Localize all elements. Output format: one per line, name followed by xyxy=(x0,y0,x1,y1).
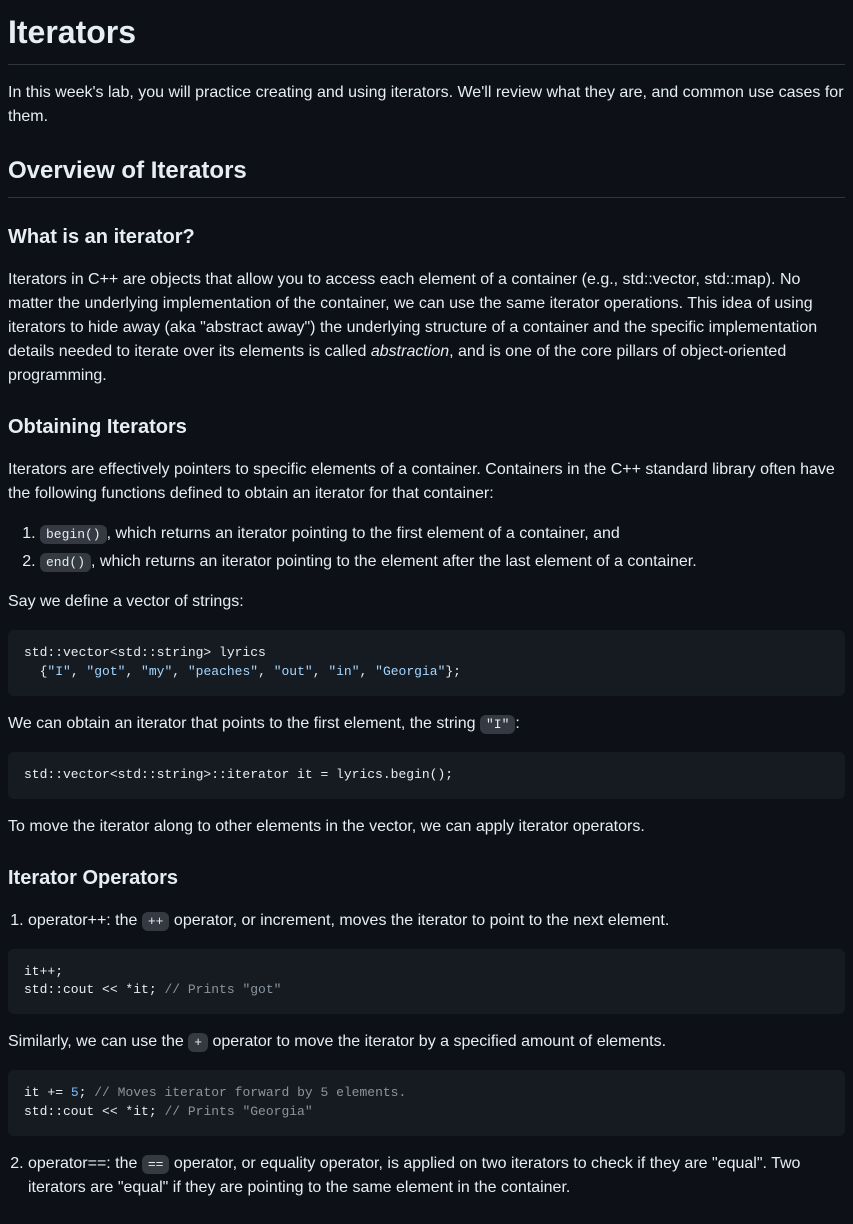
what-is-paragraph: Iterators in C++ are objects that allow … xyxy=(8,268,845,388)
abstraction-em: abstraction xyxy=(371,343,449,360)
list-item-end: end(), which returns an iterator pointin… xyxy=(40,550,845,574)
plusplus-code: ++ xyxy=(142,912,170,931)
overview-heading: Overview of Iterators xyxy=(8,153,845,198)
obtaining-heading: Obtaining Iterators xyxy=(8,412,845,442)
plus-code: + xyxy=(188,1033,208,1052)
code-block-begin: std::vector<std::string>::iterator it = … xyxy=(8,752,845,799)
move-paragraph: To move the iterator along to other elem… xyxy=(8,815,845,839)
operators-list: operator++: the ++ operator, or incremen… xyxy=(8,909,845,1200)
code-block-lyrics: std::vector<std::string> lyrics {"I", "g… xyxy=(8,630,845,696)
operators-heading: Iterator Operators xyxy=(8,863,845,893)
obtain-iter-paragraph: We can obtain an iterator that points to… xyxy=(8,712,845,736)
intro-paragraph: In this week's lab, you will practice cr… xyxy=(8,81,845,129)
what-is-heading: What is an iterator? xyxy=(8,222,845,252)
define-vector-paragraph: Say we define a vector of strings: xyxy=(8,590,845,614)
iterator-functions-list: begin(), which returns an iterator point… xyxy=(8,522,845,574)
code-block-increment: it++; std::cout << *it; // Prints "got" xyxy=(8,949,845,1015)
eqeq-code: == xyxy=(142,1155,170,1174)
end-code: end() xyxy=(40,553,91,572)
page-title: Iterators xyxy=(8,8,845,65)
obtaining-paragraph: Iterators are effectively pointers to sp… xyxy=(8,458,845,506)
string-i-code: "I" xyxy=(480,715,515,734)
plus-paragraph: Similarly, we can use the + operator to … xyxy=(8,1030,845,1054)
code-block-plus: it += 5; // Moves iterator forward by 5 … xyxy=(8,1070,845,1136)
list-item-begin: begin(), which returns an iterator point… xyxy=(40,522,845,546)
operator-equality-item: operator==: the == operator, or equality… xyxy=(28,1152,845,1200)
operator-increment-item: operator++: the ++ operator, or incremen… xyxy=(28,909,845,1136)
begin-code: begin() xyxy=(40,525,107,544)
